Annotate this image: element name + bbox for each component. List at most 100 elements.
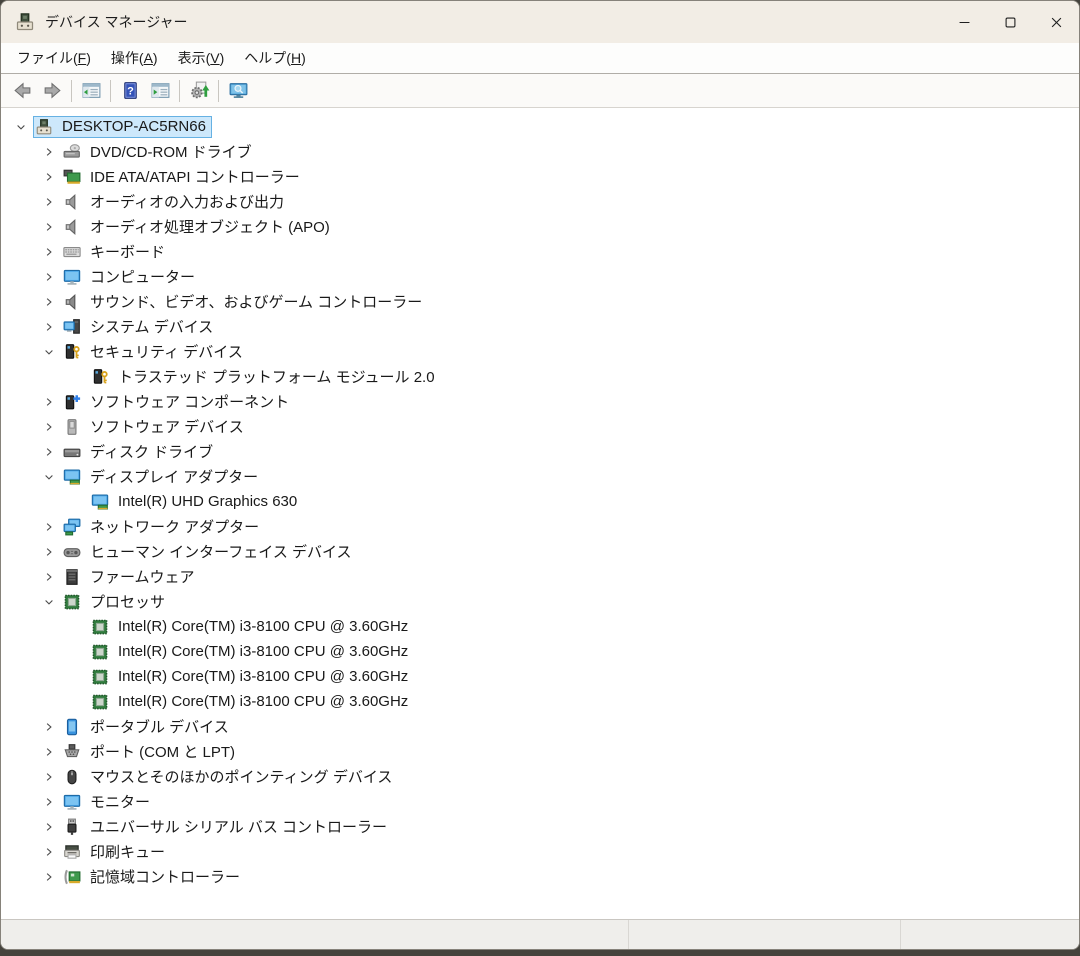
tree-item-label[interactable]: コンピューター: [88, 266, 197, 287]
chevron-collapsed-icon[interactable]: [37, 264, 61, 289]
minimize-button[interactable]: [941, 1, 987, 43]
tree-item-label[interactable]: ポート (COM と LPT): [88, 741, 237, 762]
maximize-button[interactable]: [987, 1, 1033, 43]
tree-item[interactable]: モニター: [1, 789, 1079, 814]
tree-item-label[interactable]: ディスプレイ アダプター: [88, 466, 260, 487]
tree-item[interactable]: Intel(R) UHD Graphics 630: [1, 489, 1079, 514]
tree-item[interactable]: Intel(R) Core(TM) i3-8100 CPU @ 3.60GHz: [1, 614, 1079, 639]
tree-item[interactable]: ソフトウェア デバイス: [1, 414, 1079, 439]
tree-item-label[interactable]: 記憶域コントローラー: [88, 866, 242, 887]
chevron-collapsed-icon[interactable]: [37, 714, 61, 739]
chevron-collapsed-icon[interactable]: [37, 439, 61, 464]
tree-item-label[interactable]: ネットワーク アダプター: [88, 516, 261, 537]
chevron-expanded-icon[interactable]: [9, 114, 33, 139]
menu-help[interactable]: ヘルプ(H): [234, 44, 315, 72]
menu-view[interactable]: 表示(V): [168, 44, 235, 72]
tree-item-label[interactable]: ユニバーサル シリアル バス コントローラー: [88, 816, 389, 837]
tree-item[interactable]: サウンド、ビデオ、およびゲーム コントローラー: [1, 289, 1079, 314]
tree-item[interactable]: オーディオの入力および出力: [1, 189, 1079, 214]
back-button[interactable]: [7, 77, 37, 105]
chevron-collapsed-icon[interactable]: [37, 814, 61, 839]
tree-item[interactable]: オーディオ処理オブジェクト (APO): [1, 214, 1079, 239]
tree-item[interactable]: ディスプレイ アダプター: [1, 464, 1079, 489]
tree-item[interactable]: ユニバーサル シリアル バス コントローラー: [1, 814, 1079, 839]
chevron-collapsed-icon[interactable]: [37, 314, 61, 339]
menu-action[interactable]: 操作(A): [101, 44, 168, 72]
remote-computer-button[interactable]: [223, 77, 253, 105]
tree-item-label[interactable]: オーディオ処理オブジェクト (APO): [88, 216, 332, 237]
tree-item-label[interactable]: Intel(R) Core(TM) i3-8100 CPU @ 3.60GHz: [116, 618, 410, 635]
tree-item-label[interactable]: セキュリティ デバイス: [88, 341, 245, 362]
chevron-collapsed-icon[interactable]: [37, 239, 61, 264]
tree-item[interactable]: ファームウェア: [1, 564, 1079, 589]
tree-item[interactable]: キーボード: [1, 239, 1079, 264]
tree-item[interactable]: プロセッサ: [1, 589, 1079, 614]
tree-item-label[interactable]: Intel(R) Core(TM) i3-8100 CPU @ 3.60GHz: [116, 668, 410, 685]
chevron-expanded-icon[interactable]: [37, 589, 61, 614]
chevron-collapsed-icon[interactable]: [37, 764, 61, 789]
tree-item[interactable]: ソフトウェア コンポーネント: [1, 389, 1079, 414]
chevron-collapsed-icon[interactable]: [37, 864, 61, 889]
chevron-collapsed-icon[interactable]: [37, 389, 61, 414]
tree-item-label[interactable]: オーディオの入力および出力: [88, 191, 286, 212]
chevron-collapsed-icon[interactable]: [37, 139, 61, 164]
tree-item-label[interactable]: ヒューマン インターフェイス デバイス: [88, 541, 354, 562]
tree-item[interactable]: Intel(R) Core(TM) i3-8100 CPU @ 3.60GHz: [1, 639, 1079, 664]
tree-item[interactable]: コンピューター: [1, 264, 1079, 289]
properties-button[interactable]: [145, 77, 175, 105]
tree-item[interactable]: ポータブル デバイス: [1, 714, 1079, 739]
tree-item[interactable]: Intel(R) Core(TM) i3-8100 CPU @ 3.60GHz: [1, 689, 1079, 714]
tree-item[interactable]: ヒューマン インターフェイス デバイス: [1, 539, 1079, 564]
tree-item[interactable]: トラステッド プラットフォーム モジュール 2.0: [1, 364, 1079, 389]
close-button[interactable]: [1033, 1, 1079, 43]
tree-item-label[interactable]: Intel(R) Core(TM) i3-8100 CPU @ 3.60GHz: [116, 643, 410, 660]
forward-button[interactable]: [37, 77, 67, 105]
tree-item[interactable]: Intel(R) Core(TM) i3-8100 CPU @ 3.60GHz: [1, 664, 1079, 689]
chevron-collapsed-icon[interactable]: [37, 739, 61, 764]
tree-item[interactable]: マウスとそのほかのポインティング デバイス: [1, 764, 1079, 789]
tree-item[interactable]: DESKTOP-AC5RN66: [1, 114, 1079, 139]
tree-item-label[interactable]: DVD/CD-ROM ドライブ: [88, 141, 254, 162]
tree-item[interactable]: ポート (COM と LPT): [1, 739, 1079, 764]
tree-item[interactable]: DVD/CD-ROM ドライブ: [1, 139, 1079, 164]
console-tree-button[interactable]: [76, 77, 106, 105]
tree-item-label[interactable]: ポータブル デバイス: [88, 716, 231, 737]
tree-item[interactable]: システム デバイス: [1, 314, 1079, 339]
chevron-collapsed-icon[interactable]: [37, 514, 61, 539]
tree-item[interactable]: ディスク ドライブ: [1, 439, 1079, 464]
tree-item[interactable]: ネットワーク アダプター: [1, 514, 1079, 539]
tree-item[interactable]: 記憶域コントローラー: [1, 864, 1079, 889]
tree-item-label[interactable]: システム デバイス: [88, 316, 215, 337]
chevron-collapsed-icon[interactable]: [37, 289, 61, 314]
tree-item[interactable]: セキュリティ デバイス: [1, 339, 1079, 364]
scan-hardware-changes-button[interactable]: [184, 77, 214, 105]
tree-item-label[interactable]: 印刷キュー: [88, 841, 167, 862]
chevron-collapsed-icon[interactable]: [37, 414, 61, 439]
chevron-expanded-icon[interactable]: [37, 464, 61, 489]
tree-item-label[interactable]: ディスク ドライブ: [88, 441, 215, 462]
tree-item-label[interactable]: キーボード: [88, 241, 167, 262]
tree-item-label[interactable]: サウンド、ビデオ、およびゲーム コントローラー: [88, 291, 424, 312]
chevron-collapsed-icon[interactable]: [37, 539, 61, 564]
tree-item[interactable]: 印刷キュー: [1, 839, 1079, 864]
tree-item-label[interactable]: ソフトウェア デバイス: [88, 416, 246, 437]
tree-item-label[interactable]: Intel(R) UHD Graphics 630: [116, 493, 299, 510]
chevron-collapsed-icon[interactable]: [37, 789, 61, 814]
help-button[interactable]: ?: [115, 77, 145, 105]
tree-item-label[interactable]: モニター: [88, 791, 152, 812]
tree-item-label[interactable]: IDE ATA/ATAPI コントローラー: [88, 166, 302, 187]
chevron-collapsed-icon[interactable]: [37, 839, 61, 864]
tree-item-label[interactable]: Intel(R) Core(TM) i3-8100 CPU @ 3.60GHz: [116, 693, 410, 710]
tree-item-label[interactable]: DESKTOP-AC5RN66: [60, 118, 208, 135]
tree-item-label[interactable]: マウスとそのほかのポインティング デバイス: [88, 766, 394, 787]
chevron-collapsed-icon[interactable]: [37, 564, 61, 589]
chevron-collapsed-icon[interactable]: [37, 164, 61, 189]
tree-item-label[interactable]: ファームウェア: [88, 566, 197, 587]
chevron-expanded-icon[interactable]: [37, 339, 61, 364]
tree-item-label[interactable]: プロセッサ: [88, 591, 167, 612]
tree-item[interactable]: IDE ATA/ATAPI コントローラー: [1, 164, 1079, 189]
chevron-collapsed-icon[interactable]: [37, 214, 61, 239]
menu-file[interactable]: ファイル(F): [7, 44, 101, 72]
tree-item-label[interactable]: トラステッド プラットフォーム モジュール 2.0: [116, 366, 437, 387]
chevron-collapsed-icon[interactable]: [37, 189, 61, 214]
